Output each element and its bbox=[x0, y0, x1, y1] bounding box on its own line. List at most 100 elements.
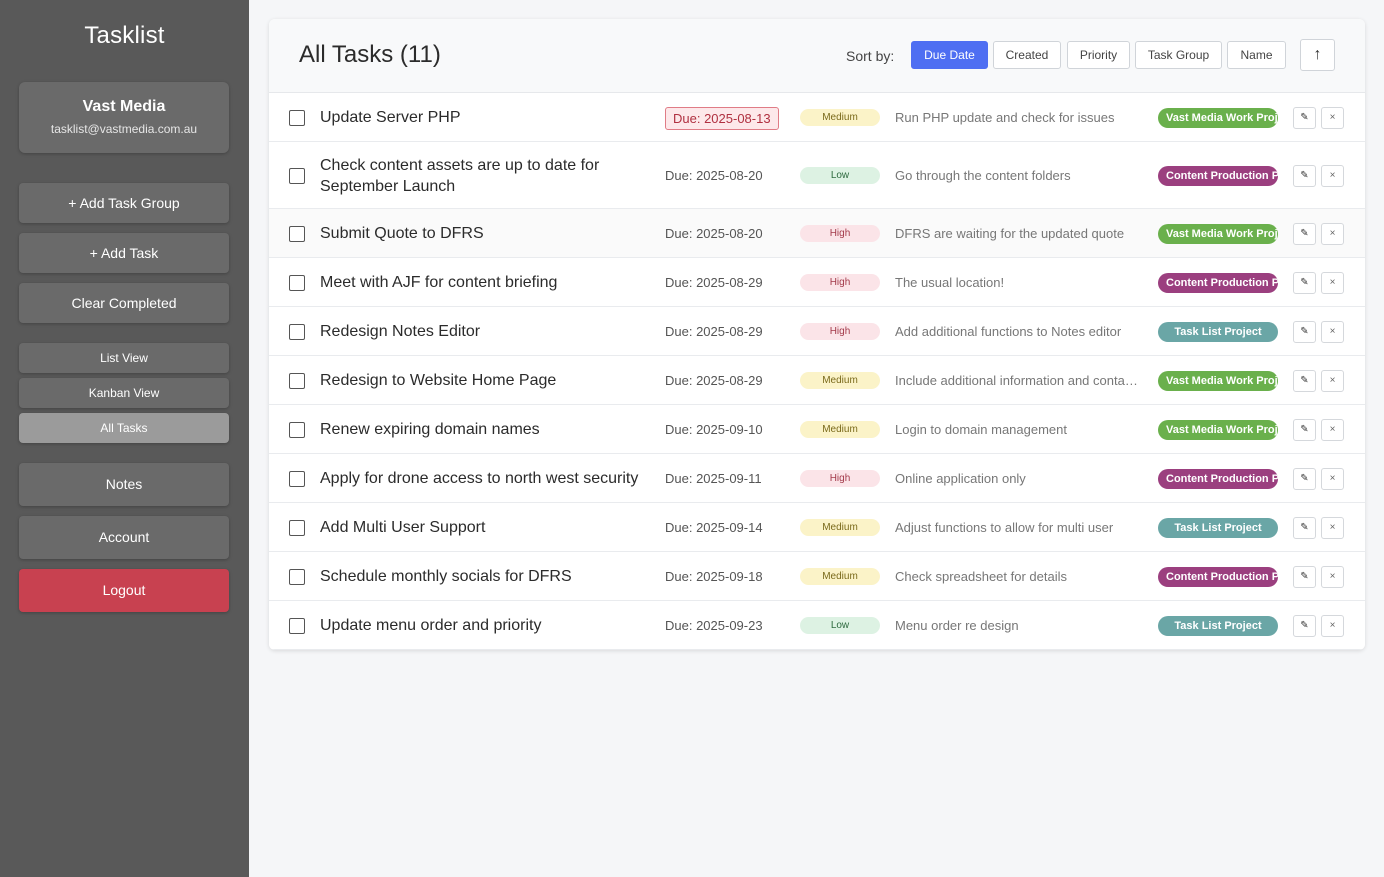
edit-task-button[interactable]: ✎ bbox=[1293, 106, 1316, 129]
task-name[interactable]: Redesign to Website Home Page bbox=[320, 370, 660, 391]
close-icon: × bbox=[1329, 227, 1336, 239]
sort-due-date-button[interactable]: Due Date bbox=[911, 41, 988, 69]
delete-task-button[interactable]: × bbox=[1321, 369, 1344, 392]
delete-task-button[interactable]: × bbox=[1321, 467, 1344, 490]
user-card: Vast Media tasklist@vastmedia.com.au bbox=[19, 82, 229, 153]
edit-task-button[interactable]: ✎ bbox=[1293, 271, 1316, 294]
task-checkbox[interactable] bbox=[289, 421, 305, 438]
task-name[interactable]: Apply for drone access to north west sec… bbox=[320, 468, 660, 489]
task-row[interactable]: Apply for drone access to north west sec… bbox=[269, 454, 1365, 503]
task-name[interactable]: Check content assets are up to date for … bbox=[320, 155, 660, 197]
edit-icon: ✎ bbox=[1300, 111, 1309, 123]
sort-task-group-button[interactable]: Task Group bbox=[1135, 41, 1222, 69]
edit-icon: ✎ bbox=[1300, 619, 1309, 631]
task-group-badge: Task List Project bbox=[1158, 517, 1278, 538]
task-name[interactable]: Meet with AJF for content briefing bbox=[320, 272, 660, 293]
edit-task-button[interactable]: ✎ bbox=[1293, 164, 1316, 187]
task-description: The usual location! bbox=[895, 274, 1005, 290]
task-name[interactable]: Renew expiring domain names bbox=[320, 419, 660, 440]
edit-icon: ✎ bbox=[1300, 423, 1309, 435]
edit-task-button[interactable]: ✎ bbox=[1293, 467, 1316, 490]
task-description: Add additional functions to Notes editor bbox=[895, 323, 1122, 339]
task-row[interactable]: Check content assets are up to date for … bbox=[269, 142, 1365, 209]
add-task-button[interactable]: + Add Task bbox=[19, 233, 229, 273]
task-name[interactable]: Add Multi User Support bbox=[320, 517, 660, 538]
notes-button[interactable]: Notes bbox=[19, 463, 229, 506]
list-view-button[interactable]: List View bbox=[19, 343, 229, 373]
task-row[interactable]: Update Server PHP Due: 2025-08-13 Medium Ru… bbox=[269, 93, 1365, 142]
task-description: Adjust functions to allow for multi user bbox=[895, 519, 1114, 535]
task-row[interactable]: Redesign Notes Editor Due: 2025-08-29 High… bbox=[269, 307, 1365, 356]
edit-task-button[interactable]: ✎ bbox=[1293, 565, 1316, 588]
task-row[interactable]: Redesign to Website Home Page Due: 2025-0… bbox=[269, 356, 1365, 405]
close-icon: × bbox=[1329, 570, 1336, 582]
delete-task-button[interactable]: × bbox=[1321, 418, 1344, 441]
task-checkbox[interactable] bbox=[289, 519, 305, 536]
task-checkbox[interactable] bbox=[289, 109, 305, 126]
delete-task-button[interactable]: × bbox=[1321, 164, 1344, 187]
sort-created-button[interactable]: Created bbox=[993, 41, 1061, 69]
task-checkbox[interactable] bbox=[289, 225, 305, 242]
task-row[interactable]: Schedule monthly socials for DFRS Due: 20… bbox=[269, 552, 1365, 601]
task-checkbox[interactable] bbox=[289, 372, 305, 389]
task-name[interactable]: Update Server PHP bbox=[320, 107, 660, 128]
task-checkbox[interactable] bbox=[289, 167, 305, 184]
task-name[interactable]: Update menu order and priority bbox=[320, 615, 660, 636]
task-due-date: Due: 2025-09-23 bbox=[665, 617, 763, 633]
task-group-badge: Vast Media Work Projects bbox=[1158, 370, 1278, 391]
edit-task-button[interactable]: ✎ bbox=[1293, 418, 1316, 441]
task-checkbox[interactable] bbox=[289, 470, 305, 487]
add-task-group-button[interactable]: + Add Task Group bbox=[19, 183, 229, 223]
task-due-date: Due: 2025-09-14 bbox=[665, 519, 763, 535]
delete-task-button[interactable]: × bbox=[1321, 271, 1344, 294]
account-button[interactable]: Account bbox=[19, 516, 229, 559]
delete-task-button[interactable]: × bbox=[1321, 106, 1344, 129]
delete-task-button[interactable]: × bbox=[1321, 222, 1344, 245]
task-name[interactable]: Redesign Notes Editor bbox=[320, 321, 660, 342]
task-checkbox[interactable] bbox=[289, 568, 305, 585]
delete-task-button[interactable]: × bbox=[1321, 614, 1344, 637]
task-name[interactable]: Schedule monthly socials for DFRS bbox=[320, 566, 660, 587]
delete-task-button[interactable]: × bbox=[1321, 565, 1344, 588]
edit-icon: ✎ bbox=[1300, 169, 1309, 181]
kanban-view-button[interactable]: Kanban View bbox=[19, 378, 229, 408]
clear-completed-button[interactable]: Clear Completed bbox=[19, 283, 229, 323]
task-row[interactable]: Add Multi User Support Due: 2025-09-14 Med… bbox=[269, 503, 1365, 552]
task-checkbox[interactable] bbox=[289, 274, 305, 291]
task-due-date: Due: 2025-09-10 bbox=[665, 421, 763, 437]
edit-task-button[interactable]: ✎ bbox=[1293, 320, 1316, 343]
app-title: Tasklist bbox=[84, 22, 165, 49]
task-checkbox[interactable] bbox=[289, 323, 305, 340]
task-name[interactable]: Submit Quote to DFRS bbox=[320, 223, 660, 244]
delete-task-button[interactable]: × bbox=[1321, 516, 1344, 539]
sort-direction-button[interactable]: ↑ bbox=[1300, 39, 1335, 71]
edit-task-button[interactable]: ✎ bbox=[1293, 516, 1316, 539]
priority-badge: Low bbox=[800, 616, 880, 634]
edit-task-button[interactable]: ✎ bbox=[1293, 614, 1316, 637]
task-checkbox[interactable] bbox=[289, 617, 305, 634]
sort-name-button[interactable]: Name bbox=[1227, 41, 1286, 69]
task-description: Login to domain management bbox=[895, 421, 1068, 437]
sort-priority-button[interactable]: Priority bbox=[1067, 41, 1130, 69]
task-row[interactable]: Submit Quote to DFRS Due: 2025-08-20 High D… bbox=[269, 209, 1365, 258]
task-row[interactable]: Renew expiring domain names Due: 2025-09-… bbox=[269, 405, 1365, 454]
sort-label: Sort by: bbox=[846, 48, 895, 64]
close-icon: × bbox=[1329, 325, 1336, 337]
delete-task-button[interactable]: × bbox=[1321, 320, 1344, 343]
priority-badge: High bbox=[800, 224, 880, 242]
sidebar: Tasklist Vast Media tasklist@vastmedia.c… bbox=[0, 0, 249, 877]
task-group-badge: Vast Media Work Projects bbox=[1158, 419, 1278, 440]
page-title: All Tasks (11) bbox=[299, 41, 441, 68]
task-group-badge: Task List Project bbox=[1158, 321, 1278, 342]
close-icon: × bbox=[1329, 521, 1336, 533]
logout-button[interactable]: Logout bbox=[19, 569, 229, 612]
edit-task-button[interactable]: ✎ bbox=[1293, 369, 1316, 392]
task-due-date: Due: 2025-08-29 bbox=[665, 323, 763, 339]
task-row[interactable]: Update menu order and priority Due: 2025-… bbox=[269, 601, 1365, 650]
task-group-badge: Vast Media Work Projects bbox=[1158, 107, 1278, 128]
task-row[interactable]: Meet with AJF for content briefing Due: 2… bbox=[269, 258, 1365, 307]
edit-task-button[interactable]: ✎ bbox=[1293, 222, 1316, 245]
task-description: Run PHP update and check for issues bbox=[895, 109, 1115, 125]
close-icon: × bbox=[1329, 374, 1336, 386]
all-tasks-button[interactable]: All Tasks bbox=[19, 413, 229, 443]
